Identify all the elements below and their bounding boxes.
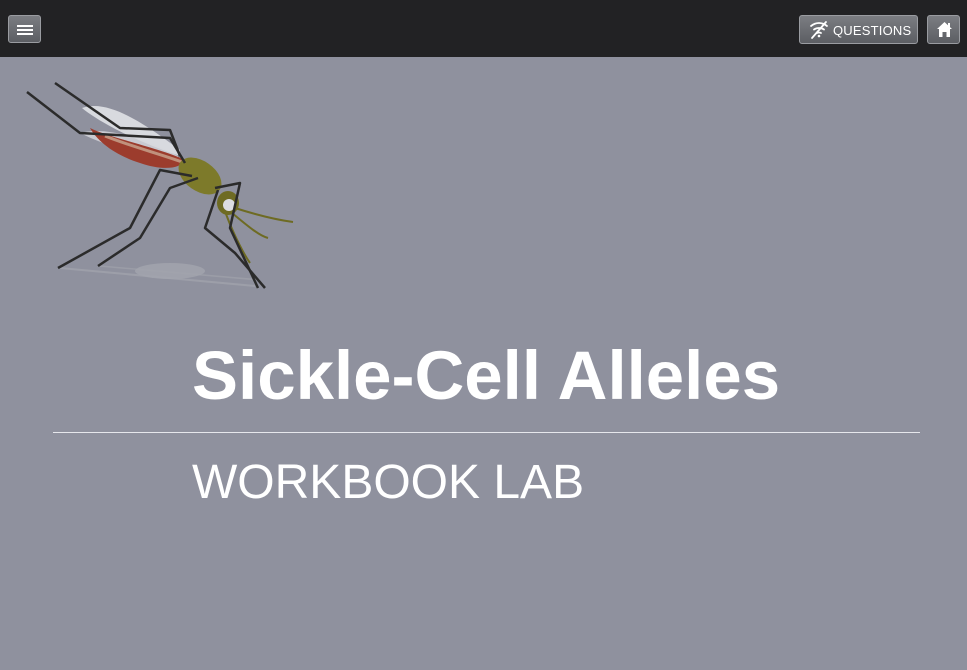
home-icon [937, 22, 952, 37]
page-subtitle: WORKBOOK LAB [192, 456, 585, 509]
home-button[interactable] [927, 15, 960, 44]
title-divider [53, 432, 920, 433]
hamburger-menu-icon [17, 25, 33, 35]
questions-off-icon [810, 21, 828, 39]
top-bar: QUESTIONS [0, 0, 967, 57]
questions-label: QUESTIONS [833, 23, 912, 38]
mosquito-illustration [26, 81, 294, 289]
menu-button[interactable] [8, 15, 41, 43]
questions-button[interactable]: QUESTIONS [799, 15, 918, 44]
page-title: Sickle-Cell Alleles [192, 337, 781, 414]
